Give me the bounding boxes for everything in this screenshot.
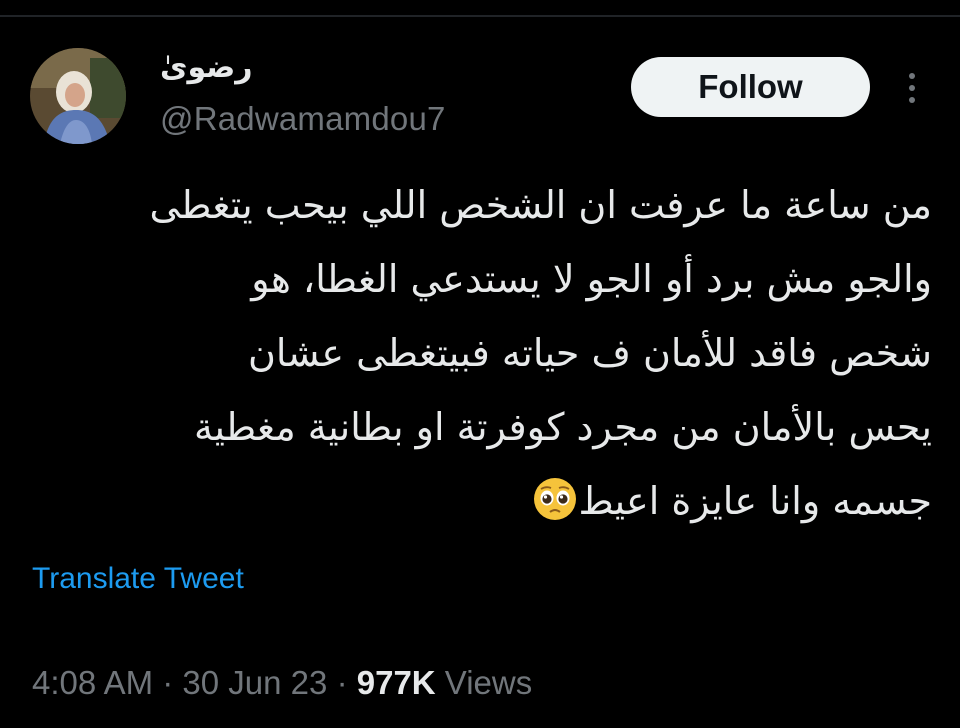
author-display-name[interactable]: رضوىٰ: [160, 50, 300, 85]
follow-button[interactable]: Follow: [631, 57, 870, 117]
views-label: Views: [444, 664, 533, 701]
tweet-date[interactable]: 30 Jun 23: [182, 664, 327, 701]
more-options-button[interactable]: [898, 70, 926, 106]
pleading-face-emoji-icon: [532, 472, 578, 520]
tweet-meta: 4:08 AM · 30 Jun 23 · 977K Views: [32, 664, 532, 702]
tweet-text-line: من ساعة ما عرفت ان الشخص اللي بيحب يتغطى: [149, 183, 932, 227]
tweet-text-line: والجو مش برد أو الجو لا يستدعي الغطا، هو: [251, 257, 932, 301]
translate-tweet-link[interactable]: Translate Tweet: [32, 562, 244, 596]
tweet-text-line-last: جسمه وانا عايزة اعيط: [30, 464, 932, 538]
avatar[interactable]: [30, 48, 126, 144]
tweet-text: من ساعة ما عرفت ان الشخص اللي بيحب يتغطى…: [30, 168, 932, 538]
tweet-text-line: جسمه وانا عايزة اعيط: [578, 479, 932, 523]
meta-separator: ·: [162, 664, 174, 701]
more-vertical-icon: [909, 73, 915, 103]
tweet-text-line: يحس بالأمان من مجرد كوفرتة او بطانية مغط…: [194, 405, 932, 449]
avatar-photo: [30, 48, 126, 144]
tweet-time[interactable]: 4:08 AM: [32, 664, 153, 701]
tweet-text-line: شخص فاقد للأمان ف حياته فبيتغطى عشان: [247, 331, 932, 375]
top-divider: [0, 0, 960, 17]
views-count[interactable]: 977K: [357, 664, 436, 701]
author-handle[interactable]: @Radwamamdou7: [160, 100, 446, 138]
meta-separator: ·: [336, 664, 348, 701]
